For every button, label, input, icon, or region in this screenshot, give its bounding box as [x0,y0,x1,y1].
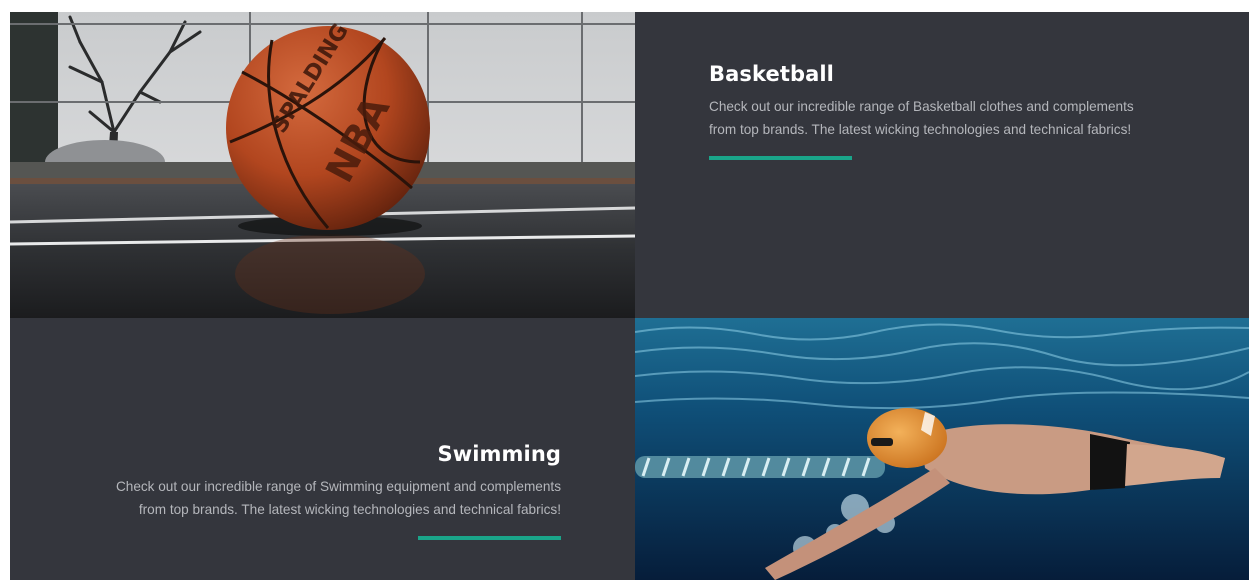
swimming-content: Swimming Check out our incredible range … [61,442,561,540]
swimming-description-line2: from top brands. The latest wicking tech… [138,502,561,517]
basketball-accent-bar [709,156,852,160]
swimming-description: Check out our incredible range of Swimmi… [61,475,561,521]
basketball-title[interactable]: Basketball [709,62,1179,86]
basketball-content: Basketball Check out our incredible rang… [709,62,1179,160]
sports-categories-grid: SPALDING NBA Basketball Check out our in… [10,12,1249,580]
swimming-accent-bar [418,536,561,540]
swimming-panel: Swimming Check out our incredible range … [10,318,635,580]
swimming-image [635,318,1249,580]
swimming-title[interactable]: Swimming [61,442,561,466]
basketball-image: SPALDING NBA [10,12,635,318]
basketball-description-line2: from top brands. The latest wicking tech… [709,122,1132,137]
basketball-description-line1: Check out our incredible range of Basket… [709,99,1134,114]
swimming-description-line1: Check out our incredible range of Swimmi… [115,479,561,494]
basketball-description: Check out our incredible range of Basket… [709,95,1179,141]
basketball-panel: Basketball Check out our incredible rang… [635,12,1249,318]
